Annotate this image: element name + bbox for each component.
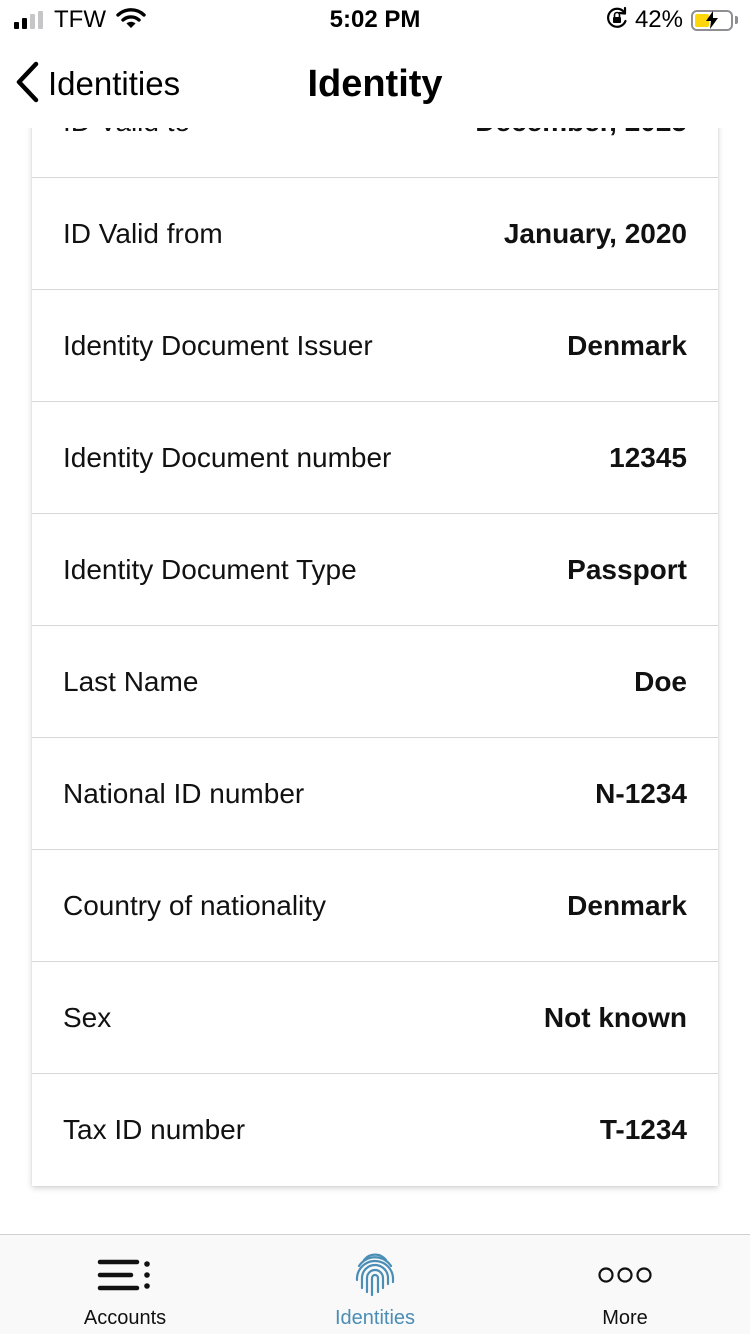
row-value: N-1234 [595,777,687,809]
row-label: Tax ID number [63,1114,246,1145]
status-right: 42% [605,6,738,34]
row-label: National ID number [63,777,305,809]
row-value: Denmark [567,329,687,361]
row-value: Denmark [567,889,687,921]
detail-row-national-id: National ID number N-1234 [32,738,718,850]
detail-row-tax-id: Tax ID number T-1234 [32,1074,718,1186]
identity-details-card: ID Valid to December, 2025 ID Valid from… [32,128,718,1186]
row-label: Identity Document Type [63,553,357,585]
tab-label: Identities [334,1307,416,1329]
tab-accounts[interactable]: Accounts [0,1235,250,1334]
tab-more[interactable]: More [500,1235,750,1334]
row-label: ID Valid from [63,217,223,249]
row-label: Identity Document Issuer [63,329,373,361]
tab-label: More [602,1307,648,1329]
row-label: Country of nationality [63,889,327,921]
detail-row-nationality: Country of nationality Denmark [32,850,718,962]
fingerprint-icon [345,1251,405,1299]
row-value: December, 2025 [475,128,687,138]
detail-row-id-valid-to: ID Valid to December, 2025 [32,128,718,178]
battery-percent: 42% [634,6,683,33]
row-label: ID Valid to [63,128,190,138]
row-label: Sex [63,1001,112,1033]
orientation-lock-icon [605,6,629,35]
detail-row-id-valid-from: ID Valid from January, 2020 [32,178,718,290]
tab-label: Accounts [83,1307,167,1329]
identity-details-scroll[interactable]: ID Valid to December, 2025 ID Valid from… [0,128,750,1234]
battery-charging-icon [691,9,733,31]
row-value: January, 2020 [503,217,687,249]
tab-identities[interactable]: Identities [250,1235,500,1334]
detail-row-document-type: Identity Document Type Passport [32,514,718,626]
battery-cap [735,16,738,24]
accounts-list-icon [95,1251,155,1299]
row-label: Identity Document number [63,441,392,473]
row-value: 12345 [609,441,687,473]
row-value: T-1234 [599,1114,687,1145]
detail-row-sex: Sex Not known [32,962,718,1074]
detail-row-document-number: Identity Document number 12345 [32,402,718,514]
detail-row-document-issuer: Identity Document Issuer Denmark [32,290,718,402]
status-bar: TFW 5:02 PM 42% [0,0,750,40]
row-value: Passport [567,553,687,585]
row-label: Last Name [63,665,199,697]
detail-row-last-name: Last Name Doe [32,626,718,738]
tab-bar: Accounts Identities More [0,1234,750,1334]
row-value: Not known [543,1001,687,1033]
page-title: Identity [307,63,443,105]
more-dots-icon [595,1251,655,1299]
nav-bar: Identities Identity [0,40,750,128]
row-value: Doe [634,665,687,697]
